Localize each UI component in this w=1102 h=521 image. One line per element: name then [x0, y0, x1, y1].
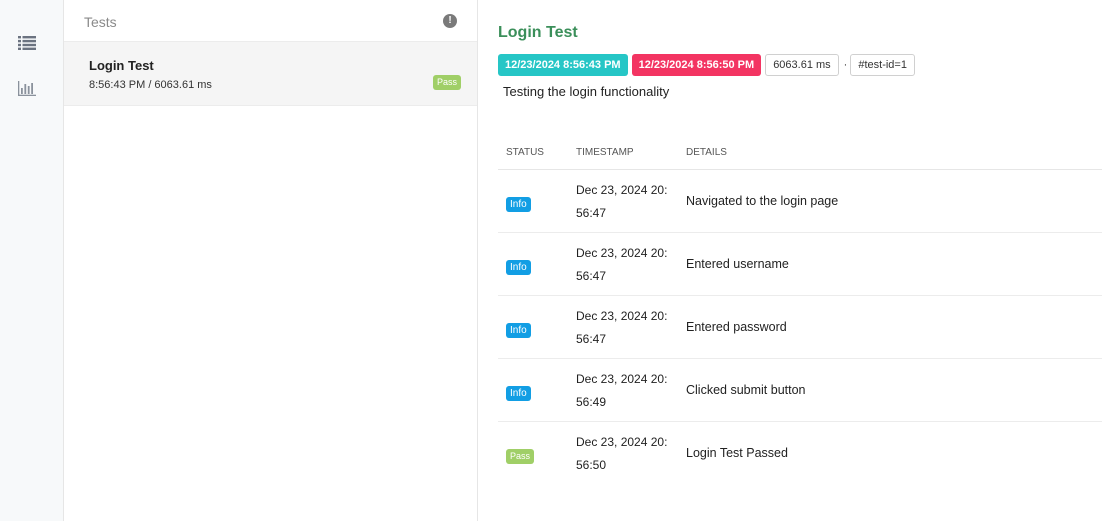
status-badge: Info [506, 323, 531, 338]
tests-panel-title: Tests [84, 14, 117, 30]
log-details: Login Test Passed [686, 446, 788, 460]
bar-chart-icon [18, 80, 36, 96]
test-description: Testing the login functionality [503, 84, 670, 99]
table-row: Info Dec 23, 2024 20: 56:47 Navigated to … [498, 170, 1102, 233]
log-details: Entered username [686, 257, 789, 271]
log-table-header: Status Timestamp Details [498, 132, 1102, 170]
test-id-tag: #test-id=1 [850, 54, 915, 76]
log-timestamp: Dec 23, 2024 20: 56:47 [576, 309, 668, 346]
test-name: Login Test [89, 58, 154, 73]
nav-rail [0, 0, 64, 521]
log-timestamp: Dec 23, 2024 20: 56:47 [576, 183, 668, 220]
list-icon [18, 36, 36, 50]
nav-tests-button[interactable] [15, 33, 39, 53]
table-row: Pass Dec 23, 2024 20: 56:50 Login Test Pa… [498, 422, 1102, 485]
log-timestamp: Dec 23, 2024 20: 56:47 [576, 246, 668, 283]
column-header-timestamp: Timestamp [576, 147, 634, 158]
test-status-badge: Pass [432, 75, 461, 90]
log-details: Navigated to the login page [686, 194, 839, 208]
duration-tag: 6063.61 ms [765, 54, 839, 76]
column-header-status: Status [506, 147, 544, 158]
start-time-tag: 12/23/2024 8:56:43 PM [498, 54, 628, 76]
status-badge: Info [506, 197, 531, 212]
nav-dashboard-button[interactable] [15, 78, 39, 98]
log-details: Clicked submit button [686, 383, 806, 397]
tag-separator: · [843, 59, 848, 71]
test-meta: 8:56:43 PM / 6063.61 ms [89, 79, 212, 91]
test-detail-panel: Login Test 12/23/2024 8:56:43 PM 12/23/2… [478, 0, 1102, 521]
test-detail-title: Login Test [498, 24, 578, 41]
test-tags: 12/23/2024 8:56:43 PM 12/23/2024 8:56:50… [498, 54, 919, 76]
log-details: Entered password [686, 320, 787, 334]
status-badge: Info [506, 386, 531, 401]
end-time-tag: 12/23/2024 8:56:50 PM [631, 54, 762, 76]
log-timestamp: Dec 23, 2024 20: 56:49 [576, 372, 668, 409]
test-list-item[interactable]: Login Test 8:56:43 PM / 6063.61 ms Pass [64, 42, 477, 106]
warning-icon[interactable]: ! [443, 14, 457, 28]
tests-panel: Tests ! Login Test 8:56:43 PM / 6063.61 … [64, 0, 478, 521]
status-badge: Info [506, 260, 531, 275]
table-row: Info Dec 23, 2024 20: 56:47 Entered passw… [498, 296, 1102, 359]
log-table: Status Timestamp Details Info Dec 23, 20… [498, 132, 1102, 485]
status-badge: Pass [506, 449, 535, 464]
table-row: Info Dec 23, 2024 20: 56:47 Entered usern… [498, 233, 1102, 296]
log-timestamp: Dec 23, 2024 20: 56:50 [576, 435, 668, 472]
table-row: Info Dec 23, 2024 20: 56:49 Clicked submi… [498, 359, 1102, 422]
tests-panel-header: Tests ! [64, 0, 477, 42]
column-header-details: Details [686, 147, 727, 158]
